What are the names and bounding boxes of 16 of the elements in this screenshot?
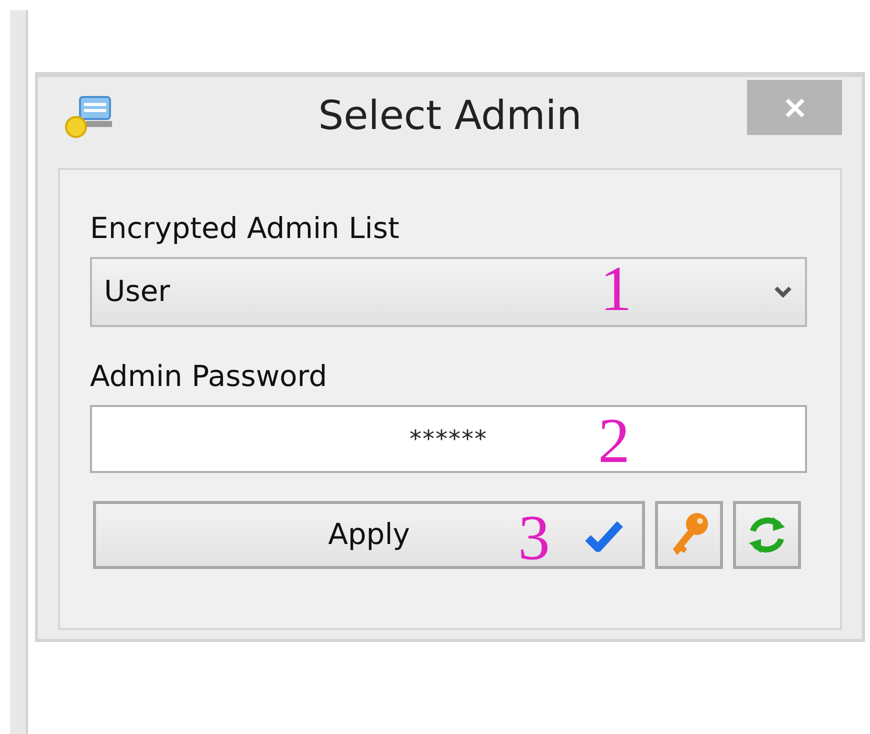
annotation-number: 1: [600, 257, 632, 321]
password-value: ******: [410, 424, 488, 455]
key-button[interactable]: [655, 501, 723, 569]
field-label: Admin Password: [90, 362, 328, 391]
apply-button[interactable]: Apply 3: [93, 501, 645, 569]
password-field[interactable]: ****** 2: [90, 405, 807, 473]
chevron-down-icon: [773, 285, 793, 299]
close-icon: [784, 96, 806, 118]
refresh-button[interactable]: [733, 501, 801, 569]
dropdown[interactable]: User 1: [90, 257, 807, 327]
annotation-number: 3: [518, 506, 550, 570]
annotation-number: 2: [598, 409, 630, 473]
close-button[interactable]: [747, 80, 842, 135]
window-title: Select Admin: [318, 92, 582, 141]
dropdown-value: User: [104, 273, 170, 310]
field-label: Encrypted Admin List: [90, 214, 400, 243]
